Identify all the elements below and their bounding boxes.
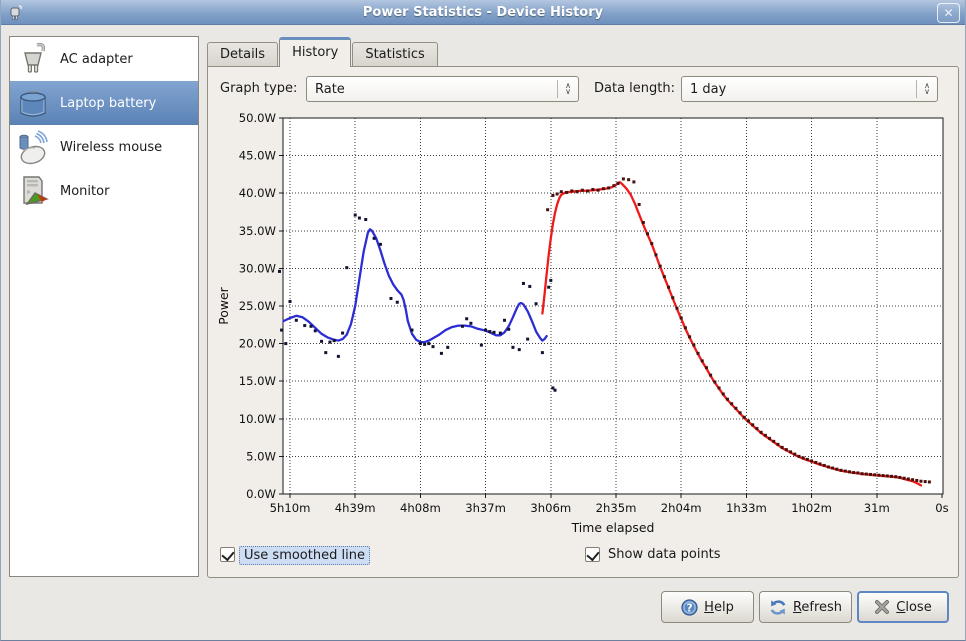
title-bar[interactable]: Power Statistics - Device History ✕	[1, 0, 965, 25]
dropdown-spinner-icon: ∧∨	[917, 83, 937, 95]
sidebar-item-ac-adapter[interactable]: AC adapter	[10, 37, 198, 81]
sidebar-item-label: Laptop battery	[60, 96, 156, 111]
wireless-mouse-icon	[15, 129, 51, 165]
close-icon: ✕	[943, 7, 953, 19]
svg-text:35.0W: 35.0W	[239, 224, 277, 238]
checkmark-icon	[586, 548, 599, 562]
show-data-points-checkbox[interactable]	[585, 547, 600, 562]
monitor-icon	[15, 173, 51, 209]
sidebar-item-label: AC adapter	[60, 52, 133, 67]
svg-text:1h33m: 1h33m	[726, 501, 767, 515]
svg-text:45.0W: 45.0W	[239, 149, 277, 163]
svg-text:4h08m: 4h08m	[400, 501, 441, 515]
close-button[interactable]: Close	[857, 591, 949, 623]
svg-text:2h04m: 2h04m	[661, 501, 702, 515]
window-title: Power Statistics - Device History	[363, 5, 603, 20]
use-smoothed-line-label[interactable]: Use smoothed line	[239, 546, 370, 565]
show-data-points-label[interactable]: Show data points	[604, 546, 725, 563]
svg-text:30.0W: 30.0W	[239, 261, 277, 275]
svg-text:15.0W: 15.0W	[239, 374, 277, 388]
svg-text:20.0W: 20.0W	[239, 337, 277, 351]
help-button[interactable]: ? Help	[661, 591, 754, 623]
power-statistics-window: Power Statistics - Device History ✕ AC a…	[0, 0, 966, 641]
svg-text:5h10m: 5h10m	[270, 501, 311, 515]
svg-text:3h06m: 3h06m	[530, 501, 571, 515]
svg-text:5.0W: 5.0W	[246, 449, 276, 463]
use-smoothed-line-checkbox[interactable]	[220, 547, 235, 562]
tab-details[interactable]: Details	[207, 42, 278, 67]
tab-strip: Details History Statistics	[207, 40, 439, 67]
svg-text:4h39m: 4h39m	[335, 501, 376, 515]
svg-text:40.0W: 40.0W	[239, 186, 277, 200]
svg-text:Time elapsed: Time elapsed	[571, 520, 655, 535]
history-tab-panel: Graph type: Rate ∧∨ Data length: 1 day ∧…	[207, 66, 959, 578]
window-plug-icon	[7, 3, 25, 21]
tab-statistics[interactable]: Statistics	[352, 42, 437, 67]
sidebar-item-monitor[interactable]: Monitor	[10, 169, 198, 213]
refresh-icon	[769, 599, 787, 616]
sidebar-item-laptop-battery[interactable]: Laptop battery	[10, 81, 198, 125]
tab-history[interactable]: History	[279, 37, 351, 67]
data-length-dropdown[interactable]: 1 day ∧∨	[681, 76, 938, 102]
refresh-button[interactable]: Refresh	[759, 591, 852, 623]
data-length-value: 1 day	[682, 82, 916, 97]
graph-type-dropdown[interactable]: Rate ∧∨	[306, 76, 579, 102]
ac-adapter-icon	[15, 41, 51, 77]
svg-text:50.0W: 50.0W	[239, 111, 277, 125]
svg-text:10.0W: 10.0W	[239, 412, 277, 426]
graph-type-label: Graph type:	[220, 81, 297, 96]
close-x-icon	[874, 599, 890, 615]
sidebar-item-label: Monitor	[60, 184, 109, 199]
chart-options-row: Use smoothed line Show data points	[208, 545, 958, 567]
svg-text:Power: Power	[216, 286, 231, 324]
svg-text:3h37m: 3h37m	[465, 501, 506, 515]
svg-text:31m: 31m	[864, 501, 890, 515]
sidebar-item-wireless-mouse[interactable]: Wireless mouse	[10, 125, 198, 169]
svg-text:2h35m: 2h35m	[596, 501, 637, 515]
dropdown-spinner-icon: ∧∨	[558, 83, 578, 95]
power-history-chart: 0.0W 5.0W 10.0W 15.0W 20.0W 25.0W 30.0W 35.0W 40…	[214, 108, 958, 540]
svg-text:?: ?	[687, 602, 693, 614]
svg-text:0s: 0s	[935, 501, 948, 515]
history-notebook: Details History Statistics Graph type: R…	[207, 40, 959, 578]
graph-controls-row: Graph type: Rate ∧∨ Data length: 1 day ∧…	[208, 76, 958, 103]
help-icon: ?	[681, 599, 698, 616]
svg-text:0.0W: 0.0W	[246, 487, 276, 501]
sidebar-item-label: Wireless mouse	[60, 140, 162, 155]
device-list: AC adapter Laptop battery Wireless mouse	[9, 36, 199, 577]
graph-type-value: Rate	[307, 82, 557, 97]
window-close-button[interactable]: ✕	[937, 3, 960, 23]
svg-text:25.0W: 25.0W	[239, 299, 277, 313]
data-length-label: Data length:	[594, 81, 675, 96]
checkmark-icon	[221, 548, 234, 562]
svg-text:1h02m: 1h02m	[791, 501, 832, 515]
laptop-battery-icon	[15, 85, 51, 121]
